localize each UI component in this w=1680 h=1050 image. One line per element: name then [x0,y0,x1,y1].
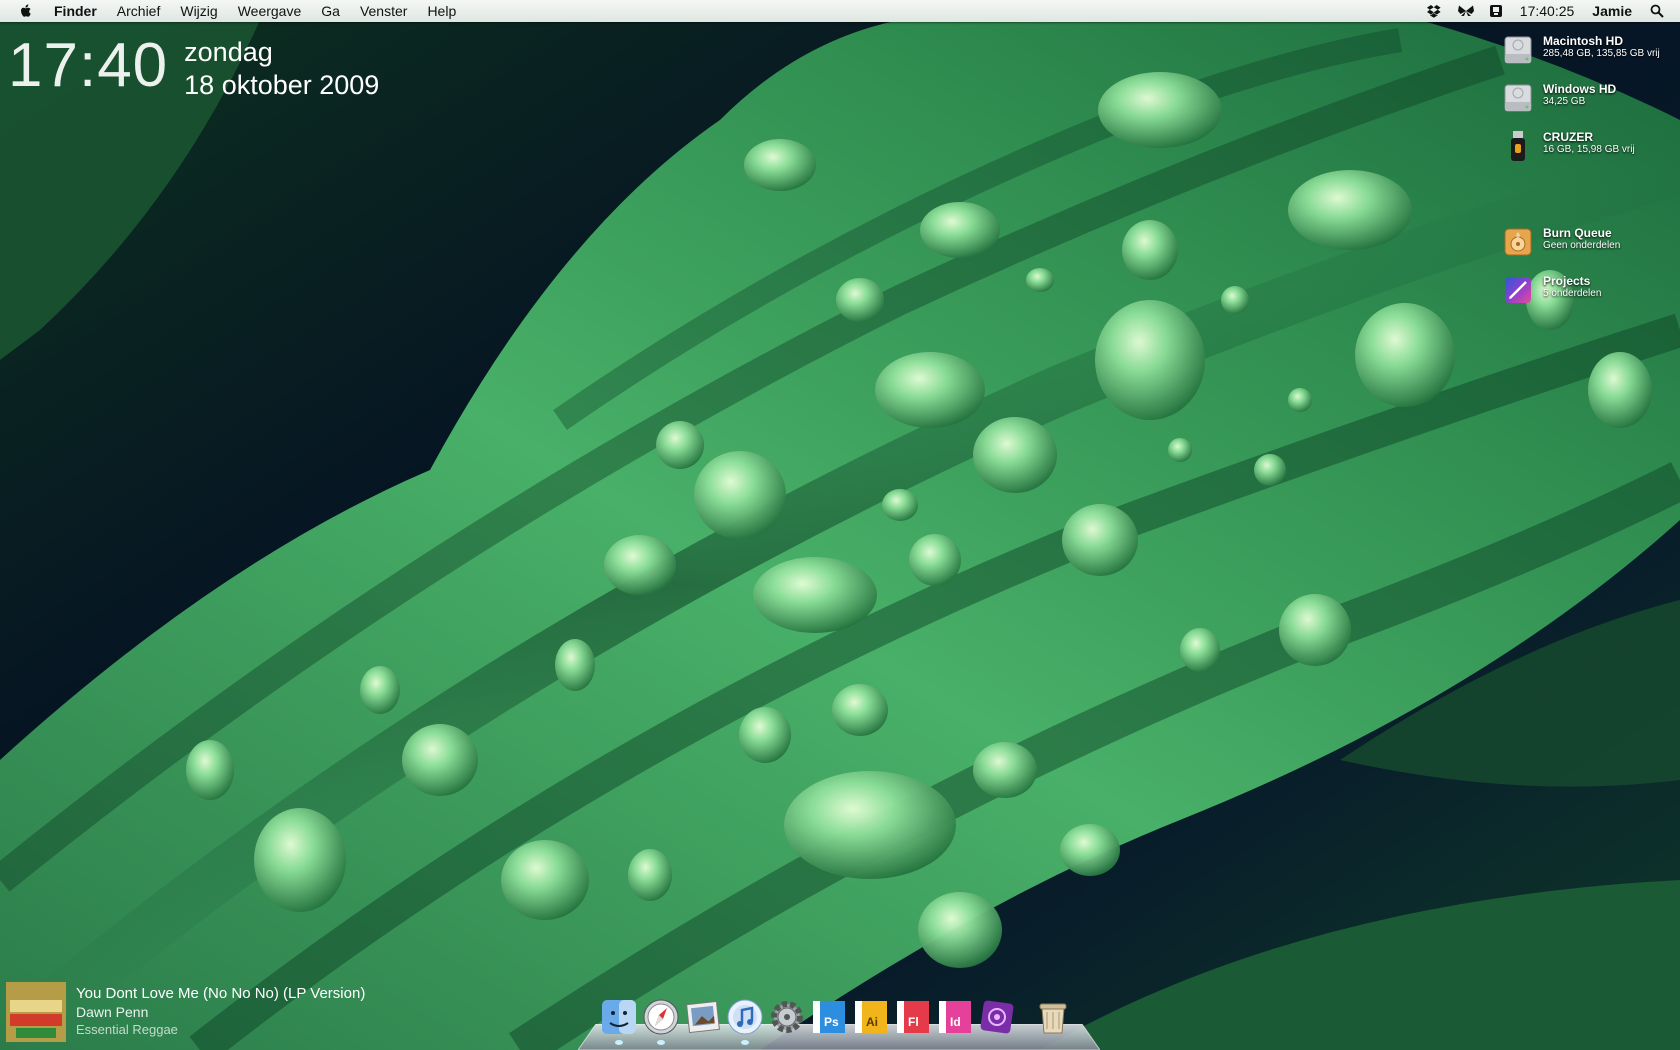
preview-icon [686,1000,720,1034]
desktop-icon-label: Burn Queue [1543,226,1612,240]
desktop-icon-label: CRUZER [1543,130,1593,144]
desktop-icon-label: Macintosh HD [1543,34,1624,48]
running-indicator [657,1040,665,1045]
running-indicator [741,1040,749,1045]
indesign-icon: Id [939,1001,971,1033]
now-playing-album: Essential Reggae [76,1022,178,1037]
menu-weergave[interactable]: Weergave [228,0,312,22]
svg-text:Id: Id [950,1015,961,1029]
dock-photoshop[interactable]: Ps [810,998,848,1036]
dock-itunes[interactable] [726,998,764,1045]
dock: Ps Ai Fl Id [600,998,1076,1045]
desktop-icon-windows-hd[interactable]: Windows HD 34,25 GB [1503,82,1616,114]
hard-drive-icon [1503,34,1533,66]
projects-folder-icon [1503,274,1533,306]
desktop-icon-label: Projects [1543,274,1591,288]
menu-app-name[interactable]: Finder [48,0,107,22]
hard-drive-icon [1503,82,1533,114]
menu-help[interactable]: Help [417,0,466,22]
dock-preview[interactable] [684,998,722,1036]
trash-icon [1039,1003,1067,1034]
search-icon[interactable] [1650,4,1664,18]
bluetooth-butterfly-icon[interactable] [1457,4,1475,18]
running-indicator [615,1040,623,1045]
usb-drive-icon [1503,130,1533,162]
itunes-icon [727,999,763,1035]
menu-archief[interactable]: Archief [107,0,171,22]
apple-logo-icon[interactable] [18,3,34,19]
dock-indesign[interactable]: Id [936,998,974,1036]
desktop-icon-projects[interactable]: Projects 5 onderdelen [1503,274,1601,306]
burn-folder-icon [1503,226,1533,258]
menu-bar: Finder Archief Wijzig Weergave Ga Venste… [0,0,1680,22]
desktop-icon-label: Windows HD [1543,82,1617,96]
menubar-clock[interactable]: 17:40:25 [1520,3,1575,19]
svg-text:Ai: Ai [866,1015,878,1029]
safari-compass-icon [643,999,679,1035]
clock-widget: 17:40 zondag 18 oktober 2009 [8,34,379,102]
display-icon[interactable] [1489,4,1503,18]
svg-text:Ps: Ps [824,1015,839,1029]
dock-safari[interactable] [642,998,680,1045]
dock-finder[interactable] [600,998,638,1045]
dock-trash[interactable] [1034,998,1072,1036]
desktop-wallpaper [0,0,1680,1050]
menu-venster[interactable]: Venster [350,0,417,22]
desktop-icon-detail: 34,25 GB [1543,96,1586,107]
finder-icon [602,1000,636,1034]
now-playing-artist: Dawn Penn [76,1004,149,1020]
dock-illustrator[interactable]: Ai [852,998,890,1036]
desktop-icon-detail: 5 onderdelen [1543,288,1602,299]
desktop-icon-detail: 285,48 GB, 135,85 GB vrij [1543,48,1660,59]
desktop-icon-cruzer[interactable]: CRUZER 16 GB, 15,98 GB vrij [1503,130,1635,162]
photoshop-icon: Ps [813,1001,845,1033]
flash-icon: Fl [897,1001,929,1033]
gear-icon [771,1001,803,1033]
desktop-icon-detail: 16 GB, 15,98 GB vrij [1543,144,1635,155]
desktop-icon-burn-queue[interactable]: Burn Queue Geen onderdelen [1503,226,1620,258]
clock-widget-date: 18 oktober 2009 [184,70,380,100]
dock-flash[interactable]: Fl [894,998,932,1036]
clock-widget-day: zondag [184,37,273,67]
now-playing-track: You Dont Love Me (No No No) (LP Version) [76,985,366,1002]
desktop-icon-detail: Geen onderdelen [1543,240,1621,251]
dock-system-preferences[interactable] [768,998,806,1036]
menu-wijzig[interactable]: Wijzig [170,0,227,22]
now-playing-widget[interactable]: You Dont Love Me (No No No) (LP Version)… [6,982,365,1042]
album-cover-icon [6,982,66,1042]
svg-text:Fl: Fl [908,1015,919,1029]
illustrator-icon: Ai [855,1001,887,1033]
clock-widget-time: 17:40 [8,31,169,100]
menu-ga[interactable]: Ga [311,0,350,22]
dock-purple-app[interactable] [978,998,1016,1036]
user-name[interactable]: Jamie [1592,3,1632,19]
desktop-icon-macintosh-hd[interactable]: Macintosh HD 285,48 GB, 135,85 GB vrij [1503,34,1660,66]
dropbox-icon[interactable] [1426,4,1443,18]
purple-app-icon [980,1000,1014,1034]
